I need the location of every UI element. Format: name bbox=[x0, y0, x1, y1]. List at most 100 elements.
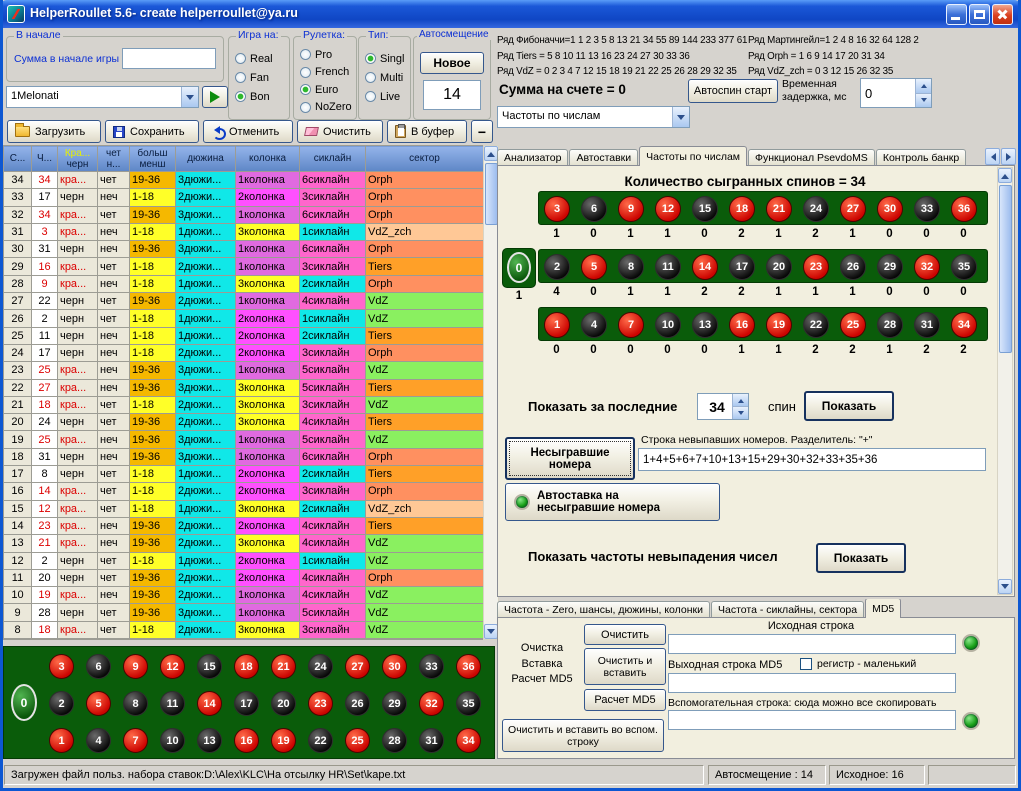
roulette-number-11[interactable]: 11 bbox=[160, 691, 185, 716]
roulette-number-2[interactable]: 2 bbox=[49, 691, 74, 716]
column-header[interactable]: дюжина bbox=[176, 146, 236, 172]
bottom-tab-1[interactable]: Частота - сиклайны, сектора bbox=[711, 601, 864, 618]
analysis-tab-4[interactable]: Контроль банкр bbox=[876, 149, 966, 166]
column-header[interactable]: сектор bbox=[366, 146, 484, 172]
roulette-number-25[interactable]: 25 bbox=[840, 312, 866, 338]
roulette-number-24[interactable]: 24 bbox=[308, 654, 333, 679]
roulette-number-30[interactable]: 30 bbox=[877, 196, 903, 222]
history-row[interactable]: 928чернчет19-363дюжи...1колонка5сиклайнV… bbox=[4, 604, 484, 621]
spins-down-button[interactable] bbox=[733, 407, 748, 419]
roulette-number-15[interactable]: 15 bbox=[692, 196, 718, 222]
column-header[interactable]: четн... bbox=[98, 146, 130, 172]
missed-numbers-input[interactable] bbox=[638, 448, 986, 471]
column-header[interactable]: Кра...черн bbox=[58, 146, 98, 172]
roulette-number-8[interactable]: 8 bbox=[123, 691, 148, 716]
roulette-number-12[interactable]: 12 bbox=[160, 654, 185, 679]
roulette-number-21[interactable]: 21 bbox=[766, 196, 792, 222]
history-row[interactable]: 3234кра...чет19-363дюжи...1колонка6сикла… bbox=[4, 206, 484, 223]
autospin-start-button[interactable]: Автоспин старт bbox=[688, 79, 778, 103]
history-row[interactable]: 2722чернчет19-362дюжи...1колонка4сиклайн… bbox=[4, 293, 484, 310]
radio-singl[interactable]: Singl bbox=[359, 49, 410, 68]
md5-clear-paste-aux-button[interactable]: Очистить и вставить во вспом. строку bbox=[502, 719, 664, 752]
radio-fan[interactable]: Fan bbox=[229, 68, 289, 87]
status-led-icon[interactable] bbox=[962, 712, 980, 730]
roulette-number-5[interactable]: 5 bbox=[581, 254, 607, 280]
history-row[interactable]: 2325кра...неч19-363дюжи...1колонка5сикла… bbox=[4, 362, 484, 379]
history-row[interactable]: 178чернчет1-181дюжи...2колонка2сиклайнTi… bbox=[4, 466, 484, 483]
roulette-number-8[interactable]: 8 bbox=[618, 254, 644, 280]
roulette-number-0[interactable]: 0 bbox=[11, 684, 37, 721]
roulette-number-26[interactable]: 26 bbox=[840, 254, 866, 280]
roulette-number-32[interactable]: 32 bbox=[914, 254, 940, 280]
roulette-number-3[interactable]: 3 bbox=[49, 654, 74, 679]
missed-numbers-button[interactable]: Несыгравшиеномера bbox=[505, 437, 635, 480]
bottom-tab-2[interactable]: MD5 bbox=[865, 599, 901, 618]
tabs-scroll-right-icon[interactable] bbox=[1001, 148, 1016, 165]
analysis-tab-1[interactable]: Автоставки bbox=[569, 149, 638, 166]
history-row[interactable]: 262чернчет1-181дюжи...2колонка1сиклайнVd… bbox=[4, 310, 484, 327]
history-row[interactable]: 122чернчет1-181дюжи...2колонка1сиклайнVd… bbox=[4, 552, 484, 569]
history-row[interactable]: 2417черннеч1-182дюжи...2колонка3сиклайнO… bbox=[4, 344, 484, 361]
new-shift-button[interactable]: Новое bbox=[420, 52, 484, 74]
radio-euro[interactable]: Euro bbox=[294, 81, 356, 99]
radio-nozero[interactable]: NoZero bbox=[294, 99, 356, 117]
roulette-number-28[interactable]: 28 bbox=[877, 312, 903, 338]
roulette-number-19[interactable]: 19 bbox=[766, 312, 792, 338]
analysis-tab-2[interactable]: Частоты по числам bbox=[639, 146, 747, 166]
roulette-number-17[interactable]: 17 bbox=[729, 254, 755, 280]
roulette-number-20[interactable]: 20 bbox=[271, 691, 296, 716]
roulette-number-25[interactable]: 25 bbox=[345, 728, 370, 753]
roulette-number-33[interactable]: 33 bbox=[419, 654, 444, 679]
history-row[interactable]: 1423кра...неч19-362дюжи...2колонка4сикла… bbox=[4, 517, 484, 534]
roulette-number-27[interactable]: 27 bbox=[345, 654, 370, 679]
last-spins-spinner[interactable]: 34 bbox=[697, 393, 749, 420]
status-led-icon[interactable] bbox=[962, 634, 980, 652]
delay-spinner[interactable]: 0 bbox=[860, 78, 932, 108]
roulette-number-9[interactable]: 9 bbox=[123, 654, 148, 679]
show-frequencies-button[interactable]: Показать bbox=[804, 391, 894, 421]
roulette-number-15[interactable]: 15 bbox=[197, 654, 222, 679]
roulette-number-26[interactable]: 26 bbox=[345, 691, 370, 716]
history-row[interactable]: 1925кра...неч19-363дюжи...1колонка5сикла… bbox=[4, 431, 484, 448]
roulette-number-23[interactable]: 23 bbox=[308, 691, 333, 716]
roulette-number-20[interactable]: 20 bbox=[766, 254, 792, 280]
roulette-number-10[interactable]: 10 bbox=[160, 728, 185, 753]
toolbar-undo-button[interactable]: Отменить bbox=[203, 120, 293, 143]
roulette-number-1[interactable]: 1 bbox=[544, 312, 570, 338]
roulette-number-16[interactable]: 16 bbox=[234, 728, 259, 753]
maximize-button[interactable] bbox=[969, 4, 990, 25]
roulette-number-6[interactable]: 6 bbox=[86, 654, 111, 679]
title-bar[interactable]: HelperRoullet 5.6- create helperroullet@… bbox=[0, 0, 1021, 28]
delay-up-button[interactable] bbox=[916, 79, 931, 94]
roulette-number-29[interactable]: 29 bbox=[877, 254, 903, 280]
toolbar-save-disk-button[interactable]: Сохранить bbox=[105, 120, 199, 143]
roulette-number-5[interactable]: 5 bbox=[86, 691, 111, 716]
roulette-number-14[interactable]: 14 bbox=[197, 691, 222, 716]
roulette-number-18[interactable]: 18 bbox=[234, 654, 259, 679]
output-string-input[interactable] bbox=[668, 673, 956, 693]
roulette-number-7[interactable]: 7 bbox=[123, 728, 148, 753]
roulette-number-13[interactable]: 13 bbox=[197, 728, 222, 753]
history-row[interactable]: 1321кра...неч19-362дюжи...3колонка4сикла… bbox=[4, 535, 484, 552]
analysis-tab-0[interactable]: Анализатор bbox=[497, 149, 568, 166]
roulette-number-14[interactable]: 14 bbox=[692, 254, 718, 280]
roulette-number-22[interactable]: 22 bbox=[803, 312, 829, 338]
radio-live[interactable]: Live bbox=[359, 87, 410, 106]
roulette-number-17[interactable]: 17 bbox=[234, 691, 259, 716]
md5-clear-paste-button[interactable]: Очистить и вставить bbox=[584, 648, 666, 685]
source-string-input[interactable] bbox=[668, 634, 956, 654]
history-row[interactable]: 3317черннеч1-182дюжи...2колонка3сиклайнO… bbox=[4, 189, 484, 206]
roulette-number-24[interactable]: 24 bbox=[803, 196, 829, 222]
roulette-number-3[interactable]: 3 bbox=[544, 196, 570, 222]
roulette-number-18[interactable]: 18 bbox=[729, 196, 755, 222]
roulette-number-29[interactable]: 29 bbox=[382, 691, 407, 716]
history-row[interactable]: 2024чернчет19-362дюжи...3колонка4сиклайн… bbox=[4, 414, 484, 431]
roulette-number-0[interactable]: 0 bbox=[507, 252, 531, 283]
roulette-number-23[interactable]: 23 bbox=[803, 254, 829, 280]
toolbar-open-folder-button[interactable]: Загрузить bbox=[7, 120, 101, 143]
roulette-number-32[interactable]: 32 bbox=[419, 691, 444, 716]
scroll-down-icon[interactable] bbox=[998, 579, 1012, 594]
roulette-number-27[interactable]: 27 bbox=[840, 196, 866, 222]
radio-multi[interactable]: Multi bbox=[359, 68, 410, 87]
tabs-scroll-left-icon[interactable] bbox=[985, 148, 1000, 165]
